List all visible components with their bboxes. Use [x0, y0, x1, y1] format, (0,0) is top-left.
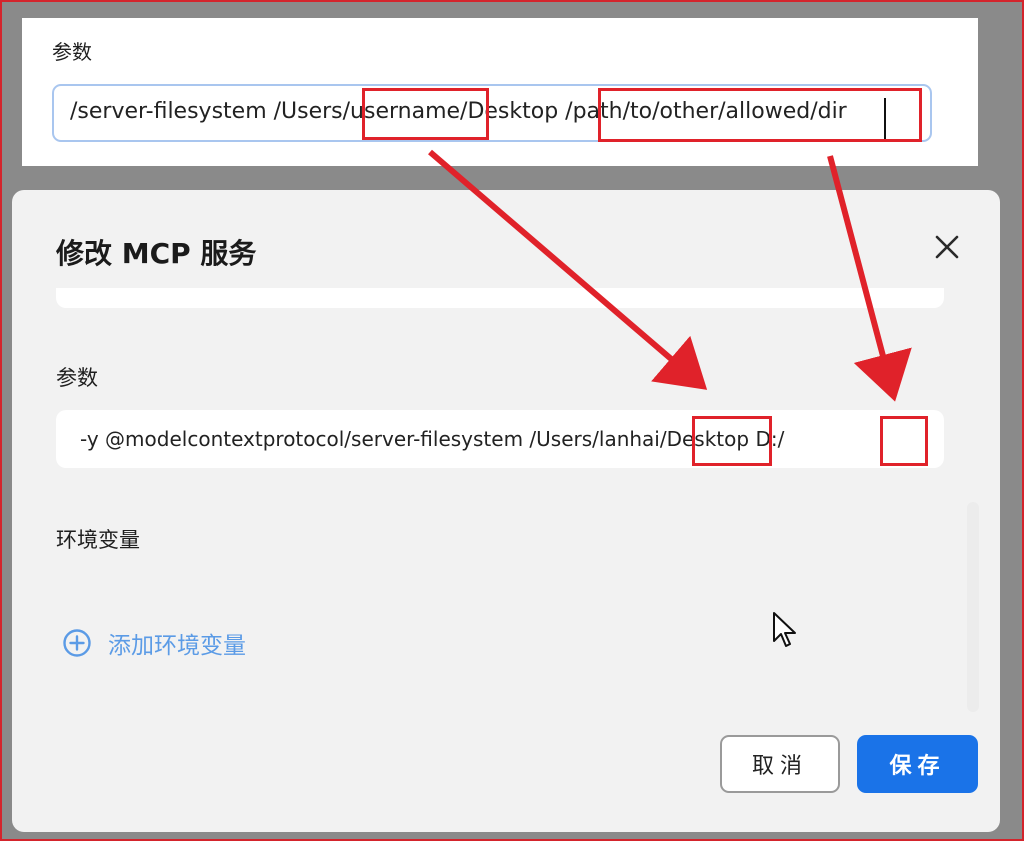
text-caret: [884, 98, 886, 140]
save-button[interactable]: 保存: [857, 735, 978, 793]
top-args-input-text: /server-filesystem /Users/username/Deskt…: [70, 99, 847, 124]
args-input[interactable]: -y @modelcontextprotocol/server-filesyst…: [56, 410, 944, 468]
env-label: 环境变量: [56, 528, 140, 552]
scrollbar[interactable]: [967, 502, 979, 712]
edit-mcp-dialog: 修改 MCP 服务 参数 -y @modelcontextprotocol/se…: [12, 190, 1000, 832]
previous-field-remnant: [56, 288, 944, 308]
args-label: 参数: [56, 366, 98, 390]
add-env-label: 添加环境变量: [108, 633, 246, 659]
add-env-button[interactable]: 添加环境变量: [62, 626, 246, 660]
top-args-input[interactable]: /server-filesystem /Users/username/Deskt…: [52, 84, 932, 142]
top-args-snippet: 参数 /server-filesystem /Users/username/De…: [22, 18, 978, 166]
screenshot-root: 参数 /server-filesystem /Users/username/De…: [0, 0, 1024, 841]
top-args-label: 参数: [52, 40, 92, 64]
dialog-title: 修改 MCP 服务: [56, 237, 257, 270]
mouse-pointer-icon: [773, 612, 796, 647]
cancel-button[interactable]: 取消: [720, 735, 840, 793]
close-icon[interactable]: [928, 228, 966, 266]
plus-circle-icon: [63, 629, 91, 657]
